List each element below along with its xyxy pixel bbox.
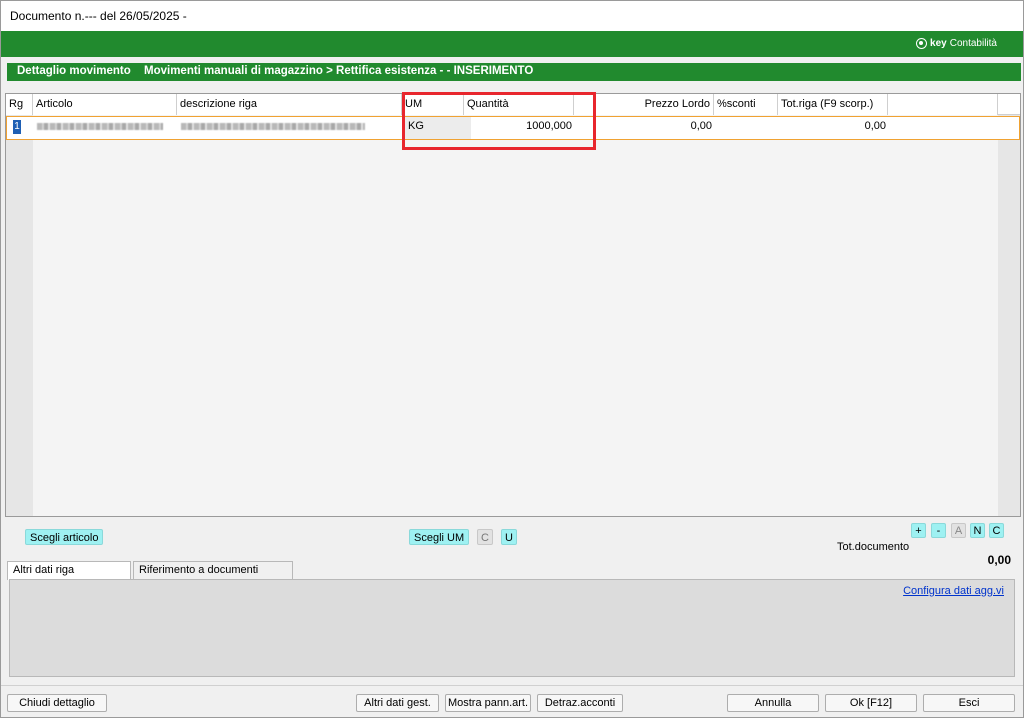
remove-row-button[interactable]: - (931, 523, 946, 538)
c2-button[interactable]: C (989, 523, 1004, 538)
total-document-label: Tot.documento (837, 541, 910, 553)
title-bar: Documento n.--- del 26/05/2025 - (1, 1, 1023, 31)
tab-panel: Configura dati agg.vi (9, 579, 1015, 677)
col-header-rg[interactable]: Rg (6, 94, 33, 115)
annulla-button[interactable]: Annulla (727, 694, 819, 712)
cell-descrizione[interactable] (178, 117, 403, 139)
col-header-sconti[interactable]: %sconti (714, 94, 778, 115)
breadcrumb: Movimenti manuali di magazzino > Rettifi… (144, 65, 534, 77)
detail-grid[interactable]: Rg Articolo descrizione riga UM Quantità… (5, 93, 1021, 517)
window-title: Documento n.--- del 26/05/2025 - (10, 9, 187, 23)
tab-riferimento-documenti[interactable]: Riferimento a documenti collegati (133, 561, 293, 593)
row-number[interactable]: 1 (13, 120, 21, 134)
cell-prezzo[interactable]: 0,00 (575, 117, 715, 139)
brand-bar: key Contabilità (1, 31, 1023, 57)
brand-logo: key Contabilità (916, 38, 997, 49)
mostra-pann-art-button[interactable]: Mostra pann.art. (445, 694, 531, 712)
row-number-column (6, 94, 33, 516)
annotation-highlight-box (402, 92, 596, 150)
total-document-value: 0,00 (987, 553, 1011, 567)
scegli-um-button[interactable]: Scegli UM (409, 529, 470, 545)
brand-rest: Contabilità (949, 38, 997, 49)
col-header-empty (888, 94, 998, 115)
grid-right-gutter (998, 94, 1020, 516)
document-window: Documento n.--- del 26/05/2025 - key Cont… (0, 0, 1024, 718)
altri-dati-gest-button[interactable]: Altri dati gest. (356, 694, 439, 712)
cell-sconti[interactable] (715, 117, 779, 139)
col-header-articolo[interactable]: Articolo (33, 94, 177, 115)
cell-totriga[interactable]: 0,00 (779, 117, 889, 139)
redacted-article-code (37, 123, 163, 130)
scegli-articolo-button[interactable]: Scegli articolo (25, 529, 104, 545)
cell-articolo[interactable] (34, 117, 178, 139)
col-header-descrizione[interactable]: descrizione riga (177, 94, 402, 115)
ok-button[interactable]: Ok [F12] (825, 694, 917, 712)
key-logo-icon (916, 38, 928, 49)
brand-strong: key (930, 38, 947, 49)
a-button[interactable]: A (951, 523, 966, 538)
section-title: Dettaglio movimento (17, 65, 131, 77)
configura-dati-link[interactable]: Configura dati agg.vi (903, 585, 1004, 597)
u-button[interactable]: U (501, 529, 517, 545)
chiudi-dettaglio-button[interactable]: Chiudi dettaglio (7, 694, 107, 712)
add-row-button[interactable]: + (911, 523, 926, 538)
n-button[interactable]: N (970, 523, 985, 538)
col-header-totriga[interactable]: Tot.riga (F9 scorp.) (778, 94, 888, 115)
esci-button[interactable]: Esci (923, 694, 1015, 712)
redacted-description (181, 123, 365, 130)
detraz-acconti-button[interactable]: Detraz.acconti (537, 694, 623, 712)
section-header: Dettaglio movimento Movimenti manuali di… (7, 63, 1021, 81)
c-button[interactable]: C (477, 529, 493, 545)
footer-bar: Chiudi dettaglio Altri dati gest. Mostra… (1, 685, 1023, 717)
tab-altri-dati-riga[interactable]: Altri dati riga evidenziata (7, 561, 131, 593)
